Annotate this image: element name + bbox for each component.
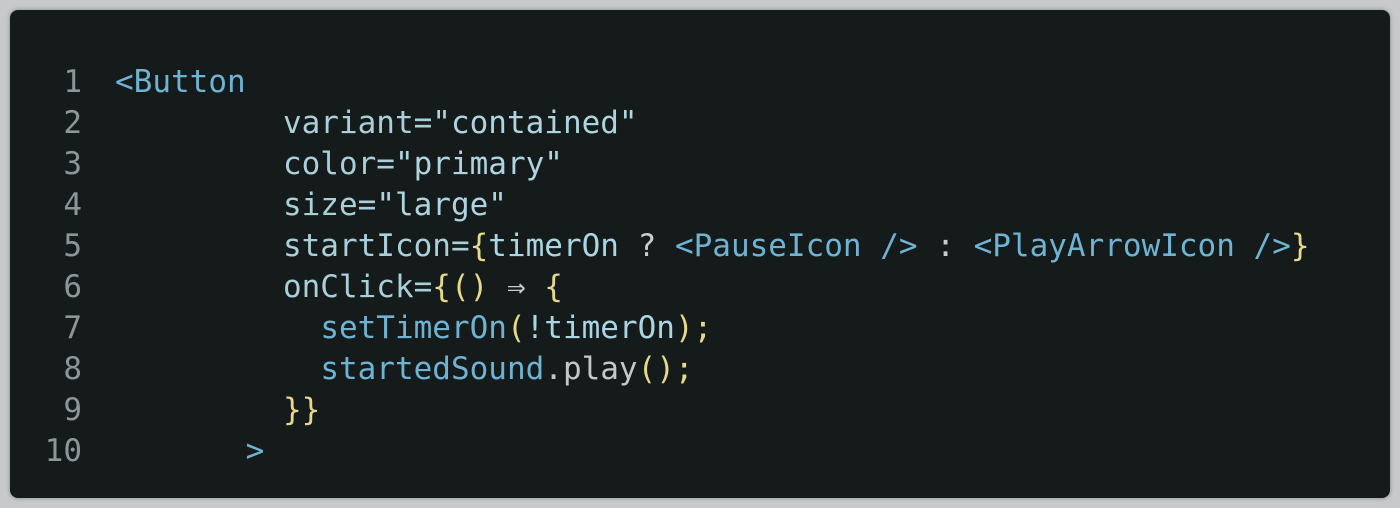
code-token: ()	[450, 269, 489, 305]
code-window: 1 <Button 2 variant="contained" 3 color="pr…	[10, 10, 1390, 498]
code-line: 8 startedSound.play();	[10, 349, 1310, 390]
line-content: startedSound.play();	[82, 349, 694, 390]
code-token: variant=	[282, 105, 433, 141]
code-token: onClick=	[282, 269, 433, 305]
code-token: startedSound	[320, 351, 545, 387]
code-line: 5 startIcon={timerOn ? <PauseIcon /> : <…	[10, 226, 1310, 267]
code-token: "primary"	[394, 146, 563, 182]
line-number: 6	[63, 269, 82, 305]
line-content: >	[82, 431, 265, 472]
line-content: setTimerOn(!timerOn);	[82, 308, 712, 349]
line-content: <Button	[82, 62, 246, 103]
code-token: !timerOn	[525, 310, 675, 346]
line-number: 5	[63, 228, 82, 264]
code-token: setTimerOn	[320, 310, 507, 346]
code-line: 7 setTimerOn(!timerOn);	[10, 308, 1310, 349]
code-line: 9 }}	[10, 390, 1310, 431]
code-token: <PlayArrowIcon />	[973, 228, 1291, 264]
code-token: .play	[544, 351, 638, 387]
code-token: (	[506, 310, 526, 346]
line-number: 3	[63, 146, 82, 182]
code-token: size=	[282, 187, 377, 223]
line-content: startIcon={timerOn ? <PauseIcon /> : <Pl…	[82, 226, 1310, 267]
code-token: color=	[282, 146, 395, 182]
line-number: 1	[63, 64, 82, 100]
line-content: }}	[82, 390, 320, 431]
code-line: 3 color="primary"	[10, 144, 1310, 185]
code-line: 2 variant="contained"	[10, 103, 1310, 144]
line-number: 10	[44, 433, 82, 469]
code-block: 1 <Button 2 variant="contained" 3 color="pr…	[10, 62, 1310, 472]
code-token: startIcon=	[282, 228, 470, 264]
line-content: onClick={() ⇒ {	[82, 267, 563, 308]
code-token: {	[544, 269, 563, 305]
code-line: 10 >	[10, 431, 1310, 472]
code-token: ();	[637, 351, 694, 387]
code-token: timerOn	[488, 228, 619, 264]
line-number: 4	[63, 187, 82, 223]
code-token: }	[1290, 228, 1310, 264]
code-token: "contained"	[432, 105, 638, 141]
line-number: 8	[63, 351, 82, 387]
code-line: 1 <Button	[10, 62, 1310, 103]
code-token: "large"	[376, 187, 507, 223]
line-content: size="large"	[82, 185, 507, 226]
code-token: :	[917, 228, 974, 264]
code-token: >	[245, 433, 265, 469]
code-line: 4 size="large"	[10, 185, 1310, 226]
line-number: 2	[63, 105, 82, 141]
code-token: <PauseIcon />	[674, 228, 918, 264]
code-token: }}	[282, 392, 321, 428]
code-token: ⇒	[488, 269, 545, 305]
code-token: );	[674, 310, 713, 346]
line-number: 7	[63, 310, 82, 346]
code-token: <Button	[115, 64, 246, 100]
line-number: 9	[63, 392, 82, 428]
line-content: color="primary"	[82, 144, 563, 185]
code-token: ?	[618, 228, 675, 264]
code-token: {	[469, 228, 489, 264]
code-token: {	[432, 269, 451, 305]
code-line: 6 onClick={() ⇒ {	[10, 267, 1310, 308]
line-content: variant="contained"	[82, 103, 638, 144]
